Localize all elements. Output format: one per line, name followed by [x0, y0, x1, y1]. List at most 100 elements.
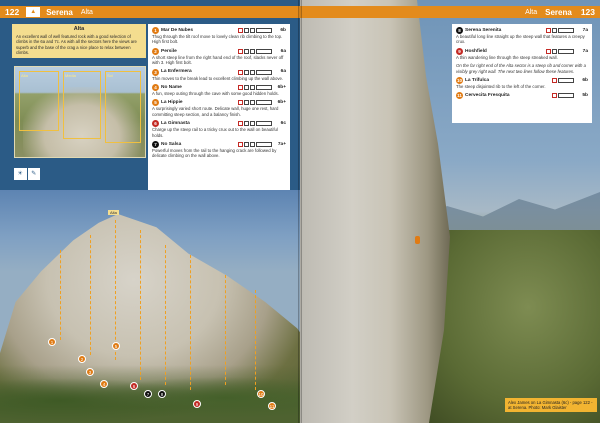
route-number: 1: [152, 27, 159, 34]
route-name: Hoshfield: [465, 48, 487, 54]
sector-intro: Alta An excellent wall of well featured …: [12, 24, 146, 59]
route-number: 4: [152, 84, 159, 92]
route-description: A short steep line from the right hand e…: [152, 54, 284, 66]
route-symbols: [552, 78, 574, 84]
route-number: 8: [456, 27, 463, 34]
walk-icon: ✎: [27, 168, 40, 180]
route-description: Thug through the tilt roof move to lovel…: [152, 34, 283, 45]
book-spine: [298, 0, 302, 423]
route-line: [140, 230, 141, 380]
route-number: 10: [456, 77, 463, 85]
thumb-box-media: Media: [63, 71, 101, 139]
route-line: [165, 245, 166, 385]
route-grade: 5b: [582, 93, 588, 99]
sector-overview-photo: Alta Media Sol: [14, 66, 146, 158]
route-line: [225, 275, 226, 385]
route-pin: 5: [112, 342, 120, 350]
route-number: 11: [456, 92, 463, 100]
thumb-label: Sol: [107, 73, 113, 78]
route-pin: 8: [158, 390, 166, 398]
route-description: Thin moves to the break lead to excellen…: [152, 75, 284, 81]
route-grade: 6a: [280, 48, 286, 54]
route-description: Powerful moves from the rail to the hang…: [152, 148, 277, 159]
route-item: 9 Hoshfield 7a A thin wandering line thr…: [456, 47, 588, 60]
route-grade: 6a: [280, 69, 286, 75]
route-item: 11 Cervecita Fresquita 5b: [456, 92, 588, 100]
sector-name: Alta: [525, 8, 538, 16]
route-number: 9: [456, 47, 463, 55]
sun-icon: ☀: [14, 168, 27, 180]
route-item: 5 La Hippie 6b+ A surprisingly varied sh…: [152, 99, 286, 117]
route-description: A fun, steep outing through the cave wit…: [152, 91, 279, 97]
route-item: 1 Mar De Nubes 6b Thug through the tilt …: [152, 27, 286, 45]
page-number: 122: [5, 7, 20, 17]
route-list-left: 1 Mar De Nubes 6b Thug through the tilt …: [148, 24, 290, 198]
route-item: 3 La Enfermera 6a Thin moves to the brea…: [152, 68, 286, 81]
route-number: 6: [152, 120, 159, 128]
route-line: [115, 220, 116, 360]
route-number: 3: [152, 68, 159, 76]
route-pin: 6: [130, 382, 138, 390]
sector-tag: Alta: [108, 210, 119, 215]
limestone-wall: [300, 0, 450, 423]
route-pin: 3: [86, 368, 94, 376]
route-number: 5: [152, 99, 159, 107]
route-description: A beautiful long line straight up the st…: [456, 34, 585, 45]
route-line: [190, 255, 191, 390]
route-symbols: [238, 69, 272, 75]
route-grade: 6c: [280, 121, 286, 127]
route-symbols: [238, 48, 272, 54]
route-name: La Hippie: [161, 100, 183, 106]
route-name: Mar De Nubes: [161, 27, 193, 33]
climber-figure: [415, 236, 420, 244]
route-symbols: [238, 85, 272, 91]
route-item: 8 Serena Serenita 7a A beautiful long li…: [456, 27, 588, 45]
photo-caption: Alex James on La Gimnasta (6c) - page 12…: [505, 398, 597, 412]
route-pin: 11: [268, 402, 276, 410]
route-name: Serena Serenita: [465, 27, 502, 33]
climbers-icon: ▲: [26, 7, 41, 17]
route-item: 7 No Salsa 7a+ Powerful moves from the r…: [152, 141, 286, 159]
route-description: A surprisingly varied short route. Delic…: [152, 106, 279, 117]
route-pin: 1: [48, 338, 56, 346]
route-item: 6 La Gimnasta 6c Charge up the steep rai…: [152, 120, 286, 138]
right-page: Alta Serena 123 8 Serena Serenita 7a A b…: [300, 0, 600, 423]
route-symbols: [546, 28, 574, 33]
route-grade: 7a: [582, 27, 588, 33]
route-grade: 6b: [582, 77, 588, 83]
thumb-box-alta: Alta: [19, 71, 59, 131]
thumb-label: Alta: [21, 73, 28, 78]
route-name: Cervecita Fresquita: [465, 93, 510, 99]
route-line: [90, 235, 91, 355]
topo-photo: 1 2 3 4 5 6 7 8 9 10 11 Alta: [0, 190, 300, 423]
route-number: 7: [152, 141, 159, 149]
route-item: 2 Persile 6a A short steep line from the…: [152, 47, 286, 66]
route-number: 2: [152, 47, 159, 55]
thumb-label: Media: [65, 73, 76, 78]
route-name: La Trifulca: [465, 77, 489, 83]
route-symbols: [238, 100, 272, 106]
page-header-right: Alta Serena 123: [300, 6, 600, 18]
route-description: Charge up the steep rail to a tricky cru…: [152, 127, 278, 138]
route-symbols: [546, 48, 574, 54]
thumb-box-sol: Sol: [105, 71, 141, 143]
route-name: No Salsa: [161, 141, 182, 147]
route-symbols: [238, 142, 272, 148]
route-item: 4 No Name 6b+ A fun, steep outing throug…: [152, 84, 286, 96]
route-symbols: [552, 93, 574, 99]
route-name: La Enfermera: [161, 69, 192, 75]
route-pin: 9: [193, 400, 201, 408]
route-name: La Gimnasta: [161, 121, 190, 127]
route-symbols: [238, 121, 272, 127]
route-pin: 10: [257, 390, 265, 398]
intro-title: Alta: [73, 26, 85, 32]
route-grade: 7a+: [277, 141, 286, 147]
route-name: No Name: [161, 84, 182, 90]
crag-name: Serena: [46, 7, 73, 17]
page-number: 123: [580, 7, 595, 17]
left-page: 122 ▲ Serena Alta Alta An excellent wall…: [0, 0, 300, 423]
sector-note: On the far right end of the Alta sector …: [456, 63, 587, 74]
intro-text: An excellent wall of well featured rock …: [16, 34, 137, 55]
route-list-right: 8 Serena Serenita 7a A beautiful long li…: [452, 24, 592, 123]
route-description: The steep disjointed rib to the left of …: [456, 84, 546, 90]
